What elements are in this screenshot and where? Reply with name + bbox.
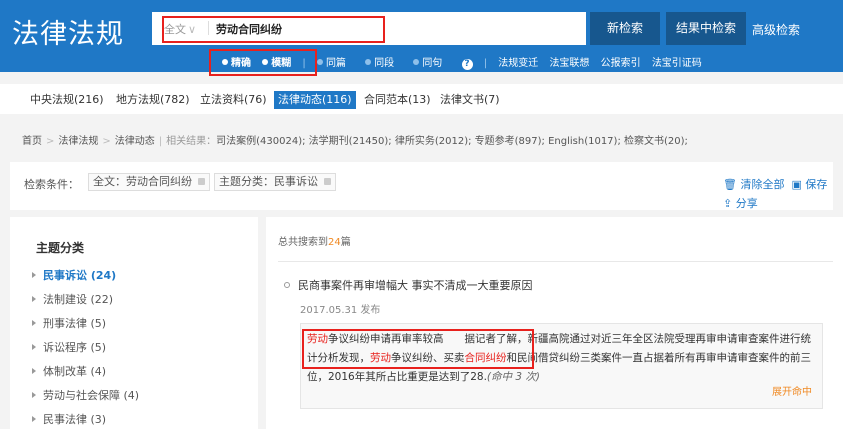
sidebar-item-civil-litigation[interactable]: 民事诉讼 (24) (32, 267, 116, 283)
radio-icon (365, 59, 372, 65)
trash-icon: 🗑 (723, 178, 737, 191)
condition-actions: 🗑 清除全部 ▣ 保存 ⇪ 分享 (723, 176, 827, 214)
clear-all-button[interactable]: 🗑 清除全部 (723, 178, 784, 191)
breadcrumb: 首页 > 法律法规 > 法律动态 | 相关结果：司法案例(430024); 法学期刊(214… (0, 130, 843, 154)
radio-icon (316, 59, 323, 65)
remove-tag-icon[interactable] (198, 178, 205, 185)
sidebar-item-civil-law[interactable]: 民事法律 (3) (32, 411, 106, 427)
breadcrumb-home[interactable]: 首页 (22, 136, 42, 147)
save-icon: ▣ (791, 178, 802, 191)
sidebar-item-criminal-law[interactable]: 刑事法律 (5) (32, 315, 106, 331)
bullet-circle-icon (284, 282, 290, 288)
breadcrumb-laws[interactable]: 法律法规 (58, 136, 98, 147)
breadcrumb-news[interactable]: 法律动态 (115, 136, 155, 147)
link-citation-code[interactable]: 法宝引证码 (652, 58, 702, 69)
related-results-links[interactable]: 司法案例(430024); 法学期刊(21450); 律所实务(2012); 专… (216, 136, 688, 147)
tab-contract-templates[interactable]: 合同范本(13) (360, 91, 435, 109)
caret-right-icon (32, 296, 36, 302)
tab-legislative-materials[interactable]: 立法资料(76) (196, 91, 271, 109)
caret-right-icon (32, 320, 36, 326)
link-fabao-association[interactable]: 法宝联想 (549, 58, 589, 69)
topic-sidebar: 主题分类 民事诉讼 (24) 法制建设 (22) 刑事法律 (5) 诉讼程序 (… (10, 217, 258, 429)
option-divider: | (483, 58, 488, 69)
link-gazette-index[interactable]: 公报索引 (601, 58, 641, 69)
related-results-label: 相关结果： (166, 136, 217, 147)
expand-hits-link[interactable]: 展开命中 (772, 383, 812, 402)
tab-local-regulations[interactable]: 地方法规(782) (112, 91, 194, 109)
advanced-search-link[interactable]: 高级检索 (752, 21, 800, 38)
condition-tag-topic: 主题分类：民事诉讼 (214, 173, 336, 191)
highlight-box-match-mode (209, 49, 317, 76)
breadcrumb-sep: > (102, 136, 111, 147)
share-button[interactable]: ⇪ 分享 (723, 197, 758, 210)
result-title[interactable]: 民商事案件再审增幅大 事实不清成一大重要原因 (284, 277, 533, 293)
save-button[interactable]: ▣ 保存 (791, 178, 827, 191)
result-date: 2017.05.31 发布 (300, 305, 381, 316)
sidebar-title: 主题分类 (36, 241, 85, 255)
sidebar-item-institutional-reform[interactable]: 体制改革 (4) (32, 363, 106, 379)
highlight-box-snippet (302, 329, 534, 369)
tab-legal-news[interactable]: 法律动态(116) (274, 91, 356, 109)
remove-tag-icon[interactable] (324, 178, 331, 185)
sidebar-item-labor-social-security[interactable]: 劳动与社会保障 (4) (32, 387, 139, 403)
breadcrumb-sep: > (46, 136, 55, 147)
result-count: 总共搜索到24篇 (278, 237, 351, 248)
help-icon[interactable]: ? (461, 59, 473, 70)
share-icon: ⇪ (723, 197, 733, 210)
option-same-sentence[interactable]: 同句 (413, 58, 450, 69)
page-logo: 法律法规 (12, 19, 124, 50)
caret-right-icon (32, 272, 36, 278)
caret-right-icon (32, 344, 36, 350)
top-header: 法律法规 全文∨ 新检索 结果中检索 高级检索 精确 模糊 | 同篇 同段 同句… (0, 0, 843, 76)
radio-icon (413, 59, 420, 65)
category-tabs: 中央法规(216) 地方法规(782) 立法资料(76) 法律动态(116) 合… (0, 84, 843, 114)
breadcrumb-divider: | (158, 136, 163, 147)
results-divider (278, 261, 833, 262)
condition-tag-fulltext: 全文：劳动合同纠纷 (88, 173, 210, 191)
search-within-button[interactable]: 结果中检索 (666, 12, 746, 45)
option-same-paragraph[interactable]: 同段 (365, 58, 402, 69)
conditions-label: 检索条件： (24, 178, 79, 191)
tab-central-regulations[interactable]: 中央法规(216) (26, 91, 108, 109)
sidebar-item-litigation-procedure[interactable]: 诉讼程序 (5) (32, 339, 106, 355)
caret-right-icon (32, 416, 36, 422)
search-conditions-panel: 检索条件： 全文：劳动合同纠纷 主题分类：民事诉讼 🗑 清除全部 ▣ 保存 ⇪ … (10, 162, 833, 210)
tab-legal-documents[interactable]: 法律文书(7) (436, 91, 504, 109)
link-regulation-changes[interactable]: 法规变迁 (498, 58, 538, 69)
caret-right-icon (32, 368, 36, 374)
option-same-article[interactable]: 同篇 (316, 58, 354, 69)
highlight-box-search (162, 16, 385, 43)
sidebar-item-legal-construction[interactable]: 法制建设 (22) (32, 291, 113, 307)
results-panel: 总共搜索到24篇 民商事案件再审增幅大 事实不清成一大重要原因 2017.05.… (266, 217, 843, 429)
caret-right-icon (32, 392, 36, 398)
new-search-button[interactable]: 新检索 (590, 12, 660, 45)
